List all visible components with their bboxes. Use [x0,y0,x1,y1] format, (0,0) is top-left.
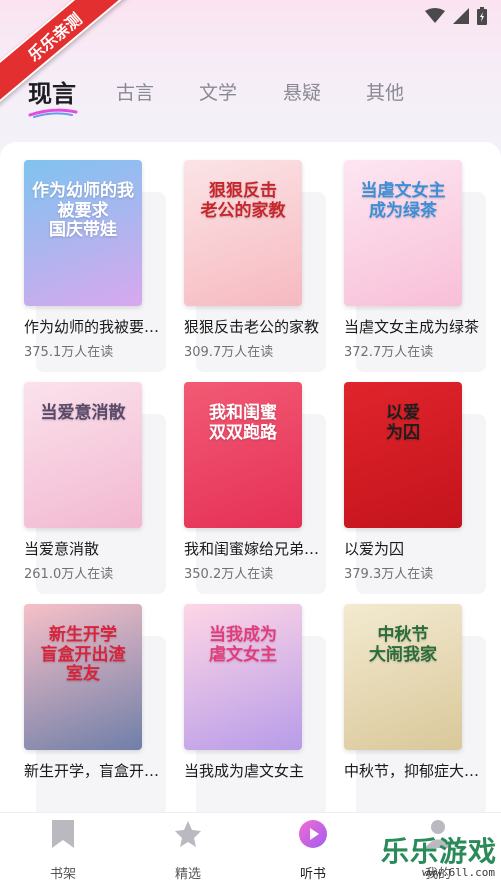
nav-audiobook[interactable]: 听书 [268,813,358,890]
book-title: 中秋节，抑郁症大闹我家 [344,762,480,780]
tab-guyan[interactable]: 古言 [116,78,154,105]
book-title: 作为幼师的我被要求国庆带娃 [24,318,160,336]
book-cover[interactable]: 我和闺蜜 双双跑路 [184,382,302,528]
book-title: 我和闺蜜嫁给兄弟俩后双双跑路 [184,540,320,558]
book-title: 狠狠反击老公的家教 [184,318,320,336]
book-cover-art-text: 当虐文女主 成为绿茶 [360,181,446,221]
book-cover[interactable]: 当虐文女主 成为绿茶 [344,160,462,306]
book-cover[interactable]: 狠狠反击 老公的家教 [184,160,302,306]
book-card[interactable]: 我和闺蜜 双双跑路我和闺蜜嫁给兄弟俩后双双跑路 350.2万人在读 [178,382,326,594]
book-cover-art-text: 作为幼师的我 被要求 国庆带娃 [32,181,134,241]
play-icon [299,820,327,848]
category-tabs: 现言 古言 文学 悬疑 其他 [0,78,501,124]
book-reader-count: 372.7万人在读 [344,345,434,360]
book-cover-art-text: 以爱 为囚 [386,403,420,443]
tab-other[interactable]: 其他 [366,78,404,105]
tab-wenxue[interactable]: 文学 [199,78,237,105]
tab-xianyan[interactable]: 现言 [28,74,76,109]
book-card[interactable]: 当我成为 虐文女主当我成为虐文女主 [178,604,326,816]
book-cover-art-text: 新生开学 盲盒开出渣 室友 [40,625,126,685]
site-watermark: 乐乐游戏 www.6ll.com [381,828,497,886]
tab-xuanyi[interactable]: 悬疑 [283,78,321,105]
book-card[interactable]: 作为幼师的我 被要求 国庆带娃作为幼师的我被要求国庆带娃 375.1万人在读 [18,160,166,372]
book-cover-art-text: 中秋节 大闹我家 [369,625,437,665]
nav-bookshelf[interactable]: 书架 [18,813,108,890]
book-title: 新生开学，盲盒开出渣男室友 [24,762,160,780]
book-cover-art-text: 我和闺蜜 双双跑路 [209,403,277,443]
book-card[interactable]: 当虐文女主 成为绿茶当虐文女主成为绿茶 372.7万人在读 [338,160,486,372]
nav-featured[interactable]: 精选 [143,813,233,890]
book-reader-count: 350.2万人在读 [184,567,274,582]
book-reader-count: 375.1万人在读 [24,345,114,360]
active-tab-underline [28,108,78,118]
book-reader-count: 379.3万人在读 [344,567,434,582]
book-title: 当爱意消散 [24,540,100,558]
book-cover[interactable]: 中秋节 大闹我家 [344,604,462,750]
book-cover-art-text: 当我成为 虐文女主 [209,625,277,665]
star-icon [175,821,201,847]
book-title: 当我成为虐文女主 [184,762,305,780]
book-grid-panel: 作为幼师的我 被要求 国庆带娃作为幼师的我被要求国庆带娃 375.1万人在读 狠狠反… [0,142,501,816]
watermark-url: www.6ll.com [422,866,495,879]
book-title: 以爱为囚 [344,540,405,558]
book-card[interactable]: 狠狠反击 老公的家教狠狠反击老公的家教 309.7万人在读 [178,160,326,372]
book-title: 当虐文女主成为绿茶 [344,318,480,336]
book-cover[interactable]: 新生开学 盲盒开出渣 室友 [24,604,142,750]
watermark-text: 乐乐游戏 [380,835,497,868]
signal-icon [453,8,469,24]
battery-icon [477,7,487,25]
book-card[interactable]: 新生开学 盲盒开出渣 室友新生开学，盲盒开出渣男室友 [18,604,166,816]
book-cover[interactable]: 作为幼师的我 被要求 国庆带娃 [24,160,142,306]
book-card[interactable]: 以爱 为囚以爱为囚 379.3万人在读 [338,382,486,594]
wifi-icon [425,8,445,23]
book-cover[interactable]: 当爱意消散 [24,382,142,528]
book-cover[interactable]: 当我成为 虐文女主 [184,604,302,750]
bookmark-icon [52,820,74,848]
book-card[interactable]: 中秋节 大闹我家中秋节，抑郁症大闹我家 [338,604,486,816]
book-cover-art-text: 狠狠反击 老公的家教 [200,181,286,221]
book-reader-count: 261.0万人在读 [24,567,114,582]
book-card[interactable]: 当爱意消散 当爱意消散 261.0万人在读 [18,382,166,594]
book-cover[interactable]: 以爱 为囚 [344,382,462,528]
book-reader-count: 309.7万人在读 [184,345,274,360]
book-cover-art-text: 当爱意消散 [40,403,126,423]
